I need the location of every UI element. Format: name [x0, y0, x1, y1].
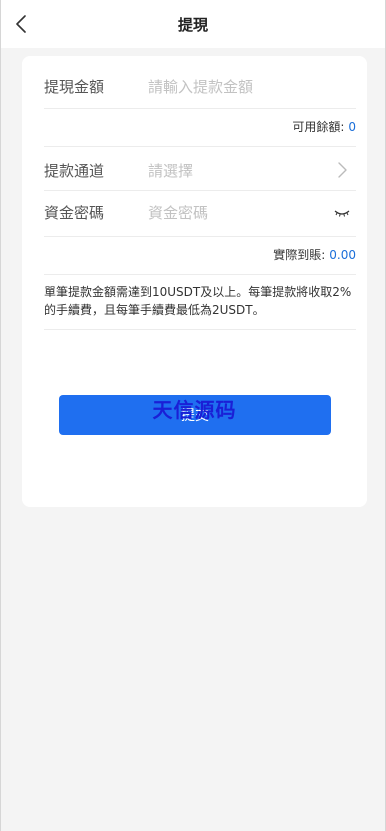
- fee-note: 單筆提款金額需達到10USDT及以上。每筆提款將收取2%的手續費，且每筆手續費最…: [44, 285, 352, 317]
- amount-input[interactable]: [148, 76, 328, 98]
- actual-received-label: 實際到賬:: [273, 248, 326, 262]
- divider: [44, 190, 356, 191]
- channel-value: 請選擇: [148, 162, 194, 180]
- available-balance-row: 可用餘額: 0: [44, 118, 356, 136]
- eye-closed-icon[interactable]: [334, 208, 350, 218]
- divider: [44, 329, 356, 330]
- withdraw-form-card: 提現金額 可用餘額:0 提款通道 請選擇 資金密碼 實際到賬:0.00: [22, 56, 367, 507]
- actual-received: 實際到賬: 0.00: [273, 246, 356, 263]
- actual-received-value: 0.00: [329, 248, 356, 262]
- divider: [44, 146, 356, 147]
- page-title: 提現: [177, 16, 208, 34]
- channel-label: 提款通道: [44, 162, 105, 180]
- submit-button[interactable]: 提交: [59, 395, 331, 435]
- available-balance-value: 0: [348, 120, 356, 134]
- amount-label: 提現金額: [44, 78, 105, 96]
- available-balance: 可用餘額: 0: [292, 118, 356, 135]
- actual-received-row: 實際到賬: 0.00: [44, 246, 356, 264]
- chevron-right-icon: [338, 162, 347, 178]
- password-label: 資金密碼: [44, 204, 105, 222]
- password-input[interactable]: [148, 202, 328, 224]
- password-row: 資金密碼: [44, 202, 356, 224]
- amount-row: 提現金額: [44, 76, 356, 98]
- divider: [44, 236, 356, 237]
- divider: [44, 274, 356, 275]
- channel-select[interactable]: 提款通道 請選擇: [44, 158, 356, 180]
- available-balance-label: 可用餘額:: [292, 120, 345, 134]
- top-bar: 提現: [0, 0, 386, 48]
- divider: [44, 108, 356, 109]
